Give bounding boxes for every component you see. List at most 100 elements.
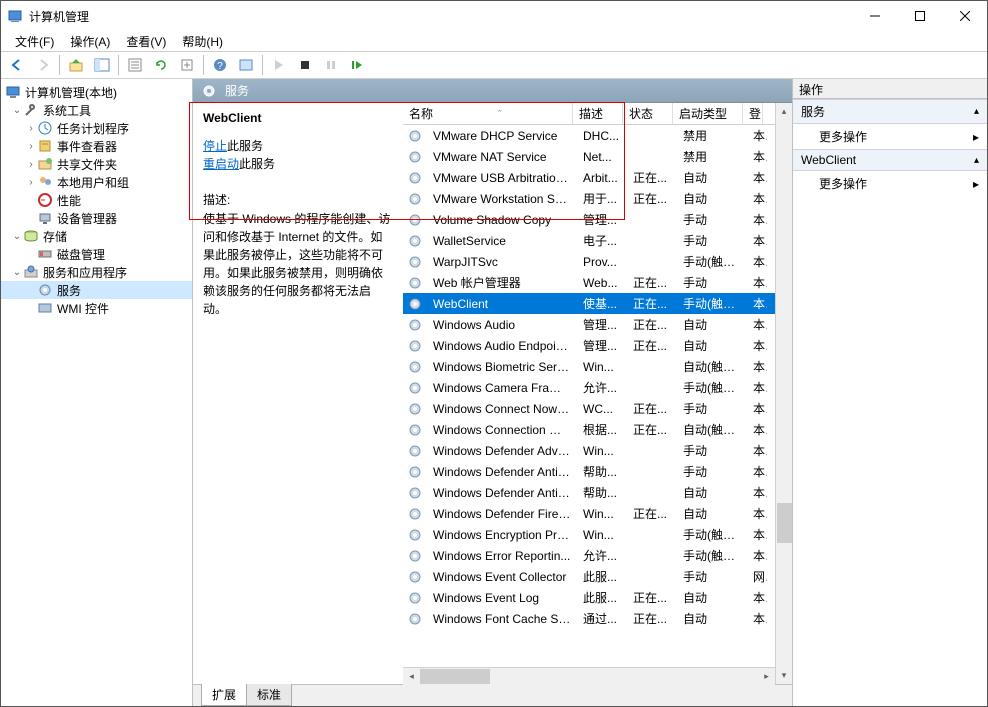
expand-icon[interactable]: › (25, 123, 37, 134)
properties-button[interactable] (123, 54, 147, 76)
expand-icon[interactable]: › (25, 177, 37, 188)
col-header-name[interactable]: 名称ˆ (403, 103, 573, 124)
service-row[interactable]: VMware USB Arbitration ...Arbit...正在...自… (403, 167, 775, 188)
tab-extended[interactable]: 扩展 (201, 684, 247, 706)
service-row[interactable]: Windows Encryption Pro...Win...手动(触发...本 (403, 524, 775, 545)
service-row[interactable]: WalletService电子...手动本 (403, 230, 775, 251)
service-row[interactable]: Windows Event Log此服...正在...自动本 (403, 587, 775, 608)
expand-icon[interactable]: › (25, 159, 37, 170)
col-header-desc[interactable]: 描述 (573, 103, 623, 124)
service-row[interactable]: Windows Audio管理...正在...自动本 (403, 314, 775, 335)
help-button[interactable]: ? (208, 54, 232, 76)
tree-wmi[interactable]: WMI 控件 (1, 299, 192, 317)
service-row[interactable]: WebClient使基...正在...手动(触发...本 (403, 293, 775, 314)
scroll-up-button[interactable]: ▴ (776, 103, 792, 120)
back-button[interactable] (5, 54, 29, 76)
toolbar-separator (118, 55, 119, 75)
tree-systools[interactable]: ⌄ 系统工具 (1, 101, 192, 119)
service-row[interactable]: VMware Workstation Ser...用于...正在...自动本 (403, 188, 775, 209)
service-row[interactable]: Windows Camera Frame ...允许...手动(触发...本 (403, 377, 775, 398)
col-header-status[interactable]: 状态 (623, 103, 673, 124)
scroll-track[interactable] (420, 668, 758, 685)
action-more-services[interactable]: 更多操作 ▸ (793, 124, 987, 149)
vertical-scrollbar[interactable]: ▴ ▾ (775, 103, 792, 684)
service-row[interactable]: Windows Defender Firew...Win...正在...自动本 (403, 503, 775, 524)
cell-login: 本 (747, 526, 767, 543)
show-hide-tree-button[interactable] (90, 54, 114, 76)
service-row[interactable]: Windows Connect Now -...WC...正在...手动本 (403, 398, 775, 419)
cell-login: 本 (747, 358, 767, 375)
cell-name: VMware USB Arbitration ... (427, 171, 577, 185)
restart-service-link[interactable]: 重启动 (203, 157, 239, 171)
event-icon (37, 138, 53, 154)
scroll-track[interactable] (776, 120, 792, 667)
collapse-icon[interactable]: ⌄ (11, 267, 23, 278)
tree-root[interactable]: 计算机管理(本地) (1, 83, 192, 101)
service-row[interactable]: Web 帐户管理器Web...正在...手动本 (403, 272, 775, 293)
close-button[interactable] (942, 1, 987, 31)
tree-label: 系统工具 (43, 102, 91, 119)
scroll-down-button[interactable]: ▾ (776, 667, 792, 684)
col-header-login[interactable]: 登 (743, 103, 763, 124)
minimize-button[interactable] (852, 1, 897, 31)
service-row[interactable]: Windows Defender Antivi...帮助...手动本 (403, 461, 775, 482)
forward-button[interactable] (31, 54, 55, 76)
tree-item[interactable]: 磁盘管理 (1, 245, 192, 263)
collapse-icon[interactable]: ▴ (974, 106, 979, 117)
service-row[interactable]: VMware DHCP ServiceDHC...禁用本 (403, 125, 775, 146)
refresh-button[interactable] (149, 54, 173, 76)
expand-icon[interactable]: › (25, 141, 37, 152)
horizontal-scrollbar[interactable]: ◂ ▸ (403, 667, 775, 684)
pause-service-button[interactable] (319, 54, 343, 76)
service-row[interactable]: Windows Defender Adva...Win...手动本 (403, 440, 775, 461)
tree-storage[interactable]: ⌄ 存储 (1, 227, 192, 245)
export-button[interactable] (175, 54, 199, 76)
collapse-icon[interactable]: ⌄ (11, 231, 23, 242)
service-row[interactable]: Windows Defender Antivi...帮助...自动本 (403, 482, 775, 503)
cell-start: 手动 (677, 463, 747, 480)
tree-sna[interactable]: ⌄ 服务和应用程序 (1, 263, 192, 281)
service-row[interactable]: Windows Event Collector此服...手动网 (403, 566, 775, 587)
scroll-right-button[interactable]: ▸ (758, 668, 775, 685)
service-row[interactable]: VMware NAT ServiceNet...禁用本 (403, 146, 775, 167)
restart-service-button[interactable] (345, 54, 369, 76)
service-row[interactable]: Windows Audio Endpoint...管理...正在...自动本 (403, 335, 775, 356)
actions-group-webclient[interactable]: WebClient ▴ (793, 149, 987, 171)
stop-service-link[interactable]: 停止 (203, 139, 227, 153)
service-row[interactable]: Windows Biometric Servi...Win...自动(触发...… (403, 356, 775, 377)
service-row[interactable]: Windows Error Reportin...允许...手动(触发...本 (403, 545, 775, 566)
start-service-button[interactable] (267, 54, 291, 76)
tree-pane[interactable]: 计算机管理(本地) ⌄ 系统工具 ›任务计划程序›事件查看器›共享文件夹›本地用… (1, 79, 193, 706)
menu-file[interactable]: 文件(F) (9, 31, 60, 52)
service-row[interactable]: Volume Shadow Copy管理...手动本 (403, 209, 775, 230)
cell-login: 本 (747, 379, 767, 396)
col-header-start[interactable]: 启动类型 (673, 103, 743, 124)
menu-help[interactable]: 帮助(H) (176, 31, 229, 52)
cell-start: 手动(触发... (677, 295, 747, 312)
menu-view[interactable]: 查看(V) (120, 31, 172, 52)
scroll-thumb[interactable] (777, 503, 792, 543)
tree-item[interactable]: ›本地用户和组 (1, 173, 192, 191)
service-row[interactable]: WarpJITSvcProv...手动(触发...本 (403, 251, 775, 272)
action-more-webclient[interactable]: 更多操作 ▸ (793, 171, 987, 196)
tree-services[interactable]: 服务 (1, 281, 192, 299)
service-row[interactable]: Windows Font Cache Ser...通过...正在...自动本 (403, 608, 775, 629)
tree-item[interactable]: ›任务计划程序 (1, 119, 192, 137)
scroll-thumb[interactable] (420, 669, 490, 684)
tree-item[interactable]: 设备管理器 (1, 209, 192, 227)
console-button[interactable] (234, 54, 258, 76)
collapse-icon[interactable]: ▴ (974, 155, 979, 166)
tree-item[interactable]: 性能 (1, 191, 192, 209)
tree-item[interactable]: ›事件查看器 (1, 137, 192, 155)
up-button[interactable] (64, 54, 88, 76)
tab-standard[interactable]: 标准 (246, 684, 292, 706)
tree-item[interactable]: ›共享文件夹 (1, 155, 192, 173)
collapse-icon[interactable]: ⌄ (11, 105, 23, 116)
service-row[interactable]: Windows Connection Ma...根据...正在...自动(触发.… (403, 419, 775, 440)
maximize-button[interactable] (897, 1, 942, 31)
menu-action[interactable]: 操作(A) (64, 31, 116, 52)
service-rows[interactable]: VMware DHCP ServiceDHC...禁用本VMware NAT S… (403, 125, 775, 667)
stop-service-button[interactable] (293, 54, 317, 76)
actions-group-services[interactable]: 服务 ▴ (793, 99, 987, 124)
scroll-left-button[interactable]: ◂ (403, 668, 420, 685)
